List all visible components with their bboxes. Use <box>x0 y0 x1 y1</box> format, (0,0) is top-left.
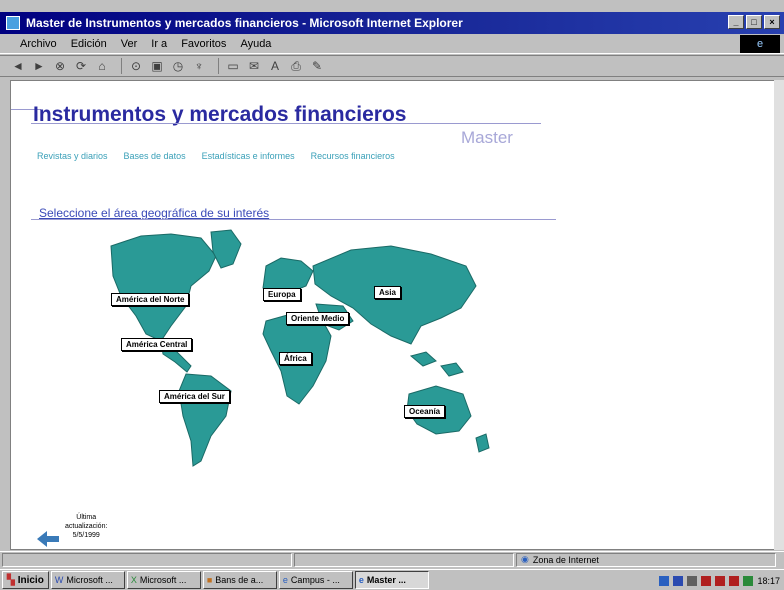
toolbar: ◄ ► ⊗ ⟳ ⌂ ⊙ ▣ ◷ ♆ ▭ ✉ A ⎙ ✎ <box>0 55 784 77</box>
mail-icon[interactable]: ✉ <box>246 58 262 74</box>
region-oceania[interactable]: Oceanía <box>404 405 446 418</box>
globe-icon: ◉ <box>521 554 529 564</box>
channels-icon[interactable]: ♆ <box>191 58 207 74</box>
tray-icon[interactable] <box>743 576 754 586</box>
back-icon[interactable]: ◄ <box>10 58 26 74</box>
start-label: Inicio <box>17 574 44 586</box>
region-africa[interactable]: África <box>279 352 312 365</box>
world-map: América del Norte América Central Améric… <box>91 226 491 476</box>
tray-icon[interactable] <box>687 576 698 586</box>
window-title: Master de Instrumentos y mercados financ… <box>26 16 463 30</box>
region-middle-east[interactable]: Oriente Medio <box>286 312 350 325</box>
close-button[interactable]: × <box>764 15 780 29</box>
status-text <box>2 552 292 567</box>
section-nav: Revistas y diarios Bases de datos Estadí… <box>37 151 395 161</box>
menu-ver[interactable]: Ver <box>121 38 138 50</box>
menu-favoritos[interactable]: Favoritos <box>181 38 226 50</box>
search-icon[interactable]: ⊙ <box>128 58 144 74</box>
task-campus[interactable]: e Campus - ... <box>278 571 353 589</box>
page-content: Instrumentos y mercados financieros Mast… <box>10 80 776 550</box>
fonts-icon[interactable]: A <box>267 58 283 74</box>
clock: 18:17 <box>757 576 780 586</box>
region-south-america[interactable]: América del Sur <box>159 390 230 403</box>
nav-estadisticas[interactable]: Estadísticas e informes <box>202 151 295 161</box>
last-update: Última actualización: 5/5/1999 <box>35 511 155 549</box>
back-arrow-icon[interactable] <box>35 527 61 547</box>
region-asia[interactable]: Asia <box>374 286 401 299</box>
nav-bases-datos[interactable]: Bases de datos <box>124 151 186 161</box>
menu-ayuda[interactable]: Ayuda <box>240 38 271 50</box>
start-button[interactable]: ▚ Inicio <box>2 571 49 589</box>
forward-icon[interactable]: ► <box>31 58 47 74</box>
stop-icon[interactable]: ⊗ <box>52 58 68 74</box>
vertical-scrollbar[interactable] <box>774 80 784 550</box>
ie-icon: e <box>282 575 288 585</box>
divider <box>31 123 541 124</box>
ie-icon <box>6 16 20 30</box>
security-zone: ◉ Zona de Internet <box>516 552 776 567</box>
app-icon: ■ <box>206 575 213 585</box>
title-bar: Master de Instrumentos y mercados financ… <box>0 12 784 34</box>
ie-icon: e <box>358 575 364 585</box>
update-label-2: actualización: <box>65 523 108 530</box>
menu-edicion[interactable]: Edición <box>71 38 107 50</box>
minimize-button[interactable]: _ <box>728 15 744 29</box>
region-central-america[interactable]: América Central <box>121 338 193 351</box>
region-europe[interactable]: Europa <box>263 288 301 301</box>
nav-revistas[interactable]: Revistas y diarios <box>37 151 108 161</box>
edit-icon[interactable]: ✎ <box>309 58 325 74</box>
tray-icon[interactable] <box>701 576 712 586</box>
excel-icon: X <box>130 575 137 585</box>
update-label: Última <box>76 514 97 521</box>
nav-recursos[interactable]: Recursos financieros <box>311 151 395 161</box>
zone-label: Zona de Internet <box>532 554 599 565</box>
menu-ir-a[interactable]: Ir a <box>151 38 167 50</box>
region-north-america[interactable]: América del Norte <box>111 293 190 306</box>
word-icon: W <box>54 575 64 585</box>
menu-archivo[interactable]: Archivo <box>20 38 57 50</box>
tray-icon[interactable] <box>673 576 684 586</box>
tray-icon[interactable] <box>715 576 726 586</box>
maximize-button[interactable]: □ <box>746 15 762 29</box>
tray-icon[interactable] <box>729 576 740 586</box>
divider <box>31 219 556 220</box>
status-bar: ◉ Zona de Internet <box>0 551 784 567</box>
task-bans[interactable]: ■ Bans de a... <box>202 571 277 589</box>
task-master[interactable]: e Master ... <box>354 571 429 589</box>
history-icon[interactable]: ◷ <box>170 58 186 74</box>
world-map-image <box>110 229 490 467</box>
refresh-icon[interactable]: ⟳ <box>73 58 89 74</box>
fullscreen-icon[interactable]: ▭ <box>225 58 241 74</box>
system-tray: 18:17 <box>655 572 784 590</box>
task-word[interactable]: W Microsoft ... <box>50 571 125 589</box>
task-excel[interactable]: X Microsoft ... <box>126 571 201 589</box>
tray-icon[interactable] <box>659 576 670 586</box>
favorites-icon[interactable]: ▣ <box>149 58 165 74</box>
taskbar: ▚ Inicio W Microsoft ... X Microsoft ... ■… <box>0 569 784 590</box>
status-progress <box>294 552 514 567</box>
print-icon[interactable]: ⎙ <box>288 58 304 74</box>
browser-window: Master de Instrumentos y mercados financ… <box>0 0 784 590</box>
menu-bar: Archivo Edición Ver Ir a Favoritos Ayuda… <box>0 34 784 54</box>
page-subtitle: Master <box>461 128 513 147</box>
select-region-prompt[interactable]: Seleccione el área geográfica de su inte… <box>39 206 269 220</box>
ie-throbber-icon: e <box>740 35 780 53</box>
update-date: 5/5/1999 <box>72 532 100 539</box>
windows-logo-icon: ▚ <box>7 574 15 586</box>
home-icon[interactable]: ⌂ <box>94 58 110 74</box>
